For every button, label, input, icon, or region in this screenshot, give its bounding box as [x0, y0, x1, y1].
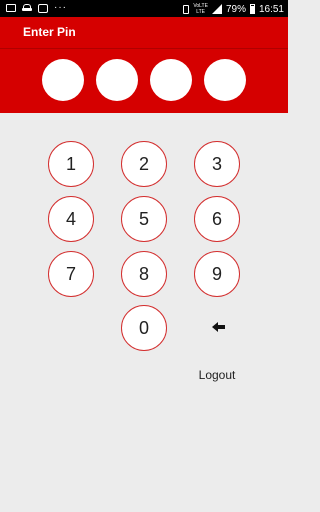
battery-icon: [249, 4, 255, 14]
pin-dot-2: [96, 59, 138, 101]
key-0[interactable]: 0: [121, 305, 167, 351]
network-sub-label: LTE: [196, 9, 206, 15]
clock: 16:51: [258, 3, 284, 15]
key-6[interactable]: 6: [194, 196, 240, 242]
pin-dot-1: [42, 59, 84, 101]
pin-display: [0, 48, 288, 113]
car-icon: [22, 4, 32, 12]
key-8[interactable]: 8: [121, 251, 167, 297]
backspace-arrow-icon: [212, 322, 225, 332]
backspace-button[interactable]: [204, 316, 234, 338]
logout-button[interactable]: Logout: [192, 368, 242, 384]
network-indicator: VoLTE LTE: [193, 3, 208, 15]
key-9[interactable]: 9: [194, 251, 240, 297]
key-4[interactable]: 4: [48, 196, 94, 242]
message-icon: [38, 3, 48, 13]
status-bar: ··· VoLTE LTE 79% 16:51: [0, 0, 288, 17]
page-title: Enter Pin: [23, 25, 76, 39]
key-1[interactable]: 1: [48, 141, 94, 187]
key-3[interactable]: 3: [194, 141, 240, 187]
key-5[interactable]: 5: [121, 196, 167, 242]
app-bar: Enter Pin: [0, 17, 288, 48]
vibrate-icon: [183, 4, 190, 14]
signal-icon: [211, 4, 222, 14]
pin-dot-3: [150, 59, 192, 101]
more-notifications-icon: ···: [54, 2, 67, 13]
battery-percent: 79%: [225, 3, 246, 15]
pin-dot-4: [204, 59, 246, 101]
key-7[interactable]: 7: [48, 251, 94, 297]
key-2[interactable]: 2: [121, 141, 167, 187]
image-icon: [6, 4, 16, 12]
